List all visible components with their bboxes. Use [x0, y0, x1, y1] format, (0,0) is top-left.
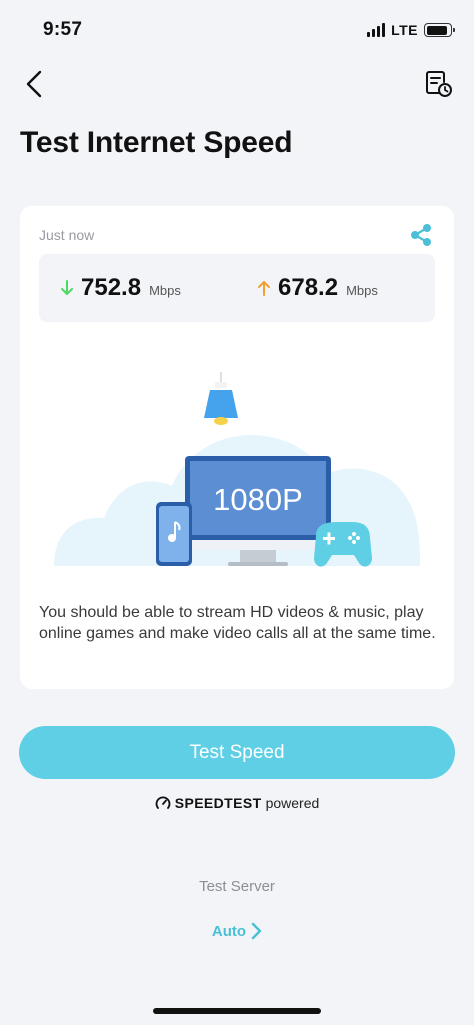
- upload-speed: 678.2 Mbps: [256, 274, 378, 302]
- status-time: 9:57: [43, 19, 83, 40]
- monitor-icon: 1080P: [185, 456, 331, 566]
- hd-streaming-illustration: 1080P: [54, 372, 420, 567]
- share-icon: [411, 224, 431, 246]
- upload-value: 678.2: [278, 274, 339, 301]
- arrow-down-icon: [61, 280, 73, 295]
- history-icon: [426, 71, 452, 97]
- test-server-label: Test Server: [199, 878, 275, 895]
- arrow-up-icon: [258, 281, 270, 296]
- chevron-left-icon: [26, 70, 42, 98]
- download-value: 752.8: [81, 274, 142, 301]
- page-title: Test Internet Speed: [20, 126, 293, 159]
- cellular-signal-icon: [367, 23, 386, 37]
- download-speed: 752.8 Mbps: [59, 274, 181, 302]
- history-button[interactable]: [420, 66, 456, 102]
- result-description: You should be able to stream HD videos &…: [39, 604, 436, 642]
- speedtest-brand: SPEEDTEST: [174, 795, 262, 811]
- speed-result-card: Just now 752.8 Mbps 678.2 Mbps 1080P You…: [20, 206, 454, 689]
- speedometer-icon: [155, 796, 171, 809]
- test-server-value: Auto: [211, 922, 247, 940]
- chevron-right-icon: [251, 922, 262, 940]
- home-indicator: [153, 1008, 321, 1014]
- phone-icon: [156, 502, 192, 566]
- test-speed-button[interactable]: Test Speed: [19, 726, 455, 779]
- resolution-label: 1080P: [213, 482, 303, 517]
- lamp-icon: [204, 390, 238, 418]
- battery-level: [426, 25, 448, 35]
- network-type: LTE: [391, 22, 418, 38]
- status-indicators: LTE: [367, 22, 455, 38]
- battery-icon: [424, 23, 455, 37]
- back-button[interactable]: [18, 66, 50, 102]
- speedtest-powered-text: powered: [265, 795, 320, 811]
- result-timestamp: Just now: [39, 227, 95, 243]
- test-server-select[interactable]: Auto: [0, 922, 474, 940]
- upload-unit: Mbps: [346, 283, 378, 298]
- download-unit: Mbps: [149, 283, 181, 298]
- share-button[interactable]: [408, 222, 434, 248]
- speedtest-powered-logo: SPEEDTEST powered: [0, 795, 474, 811]
- status-bar: 9:57 LTE: [0, 0, 474, 60]
- speed-values: 752.8 Mbps 678.2 Mbps: [39, 254, 435, 322]
